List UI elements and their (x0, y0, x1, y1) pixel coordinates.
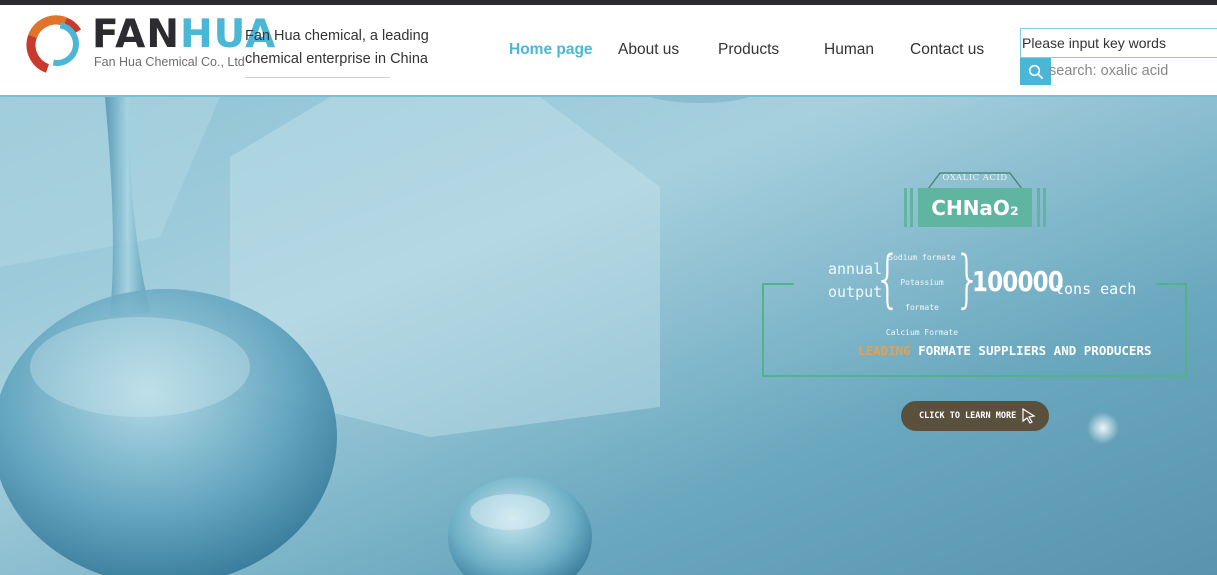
formula-badge: OXALIC ACID CHNaO₂ (904, 171, 1046, 228)
nav-human[interactable]: Human (824, 41, 874, 59)
search-button[interactable] (1020, 58, 1051, 85)
nav-about[interactable]: About us (618, 41, 679, 59)
formula-stripe-right-1 (1037, 188, 1040, 227)
nav-home[interactable]: Home page (509, 41, 593, 59)
hot-search-hint[interactable]: search: oxalic acid (1049, 63, 1168, 79)
slogan-highlight: LEADING (858, 343, 911, 358)
site-tagline: Fan Hua chemical, a leading chemical ent… (245, 25, 445, 71)
learn-more-button[interactable]: CLICK TO LEARN MORE (901, 401, 1049, 431)
site-header: FANHUA Fan Hua Chemical Co., Ltd Fan Hua… (0, 5, 1217, 97)
hero-banner[interactable]: OXALIC ACID CHNaO₂ annual output { Sodiu… (0, 97, 1217, 575)
nav-contact[interactable]: Contact us (910, 41, 984, 59)
slogan-text: LEADING FORMATE SUPPLIERS AND PRODUCERS (858, 343, 1152, 358)
search-icon (1028, 64, 1043, 79)
formula-stripe-right-2 (1043, 188, 1046, 227)
search-input[interactable] (1020, 28, 1217, 58)
formula-stripe-left-1 (904, 188, 907, 227)
tagline-line-1: Fan Hua chemical, a leading (245, 28, 429, 44)
tagline-line-2: chemical enterprise in China (245, 51, 428, 67)
slogan-frame (762, 283, 1187, 377)
brand-fan: FAN (92, 12, 180, 57)
formula-text: CHNaO₂ (918, 188, 1032, 227)
cursor-icon (1022, 408, 1036, 424)
formula-stripe-left-2 (910, 188, 913, 227)
nav-products[interactable]: Products (718, 41, 779, 59)
formula-label: OXALIC ACID (942, 173, 1008, 183)
brand-subtitle: Fan Hua Chemical Co., Ltd (94, 55, 245, 69)
tagline-underline (245, 77, 390, 78)
slogan-rest: FORMATE SUPPLIERS AND PRODUCERS (918, 343, 1152, 358)
chemical-item: Sodium formate (888, 253, 956, 262)
fanhua-logo-icon[interactable] (24, 13, 88, 77)
learn-more-label: CLICK TO LEARN MORE (919, 411, 1017, 421)
